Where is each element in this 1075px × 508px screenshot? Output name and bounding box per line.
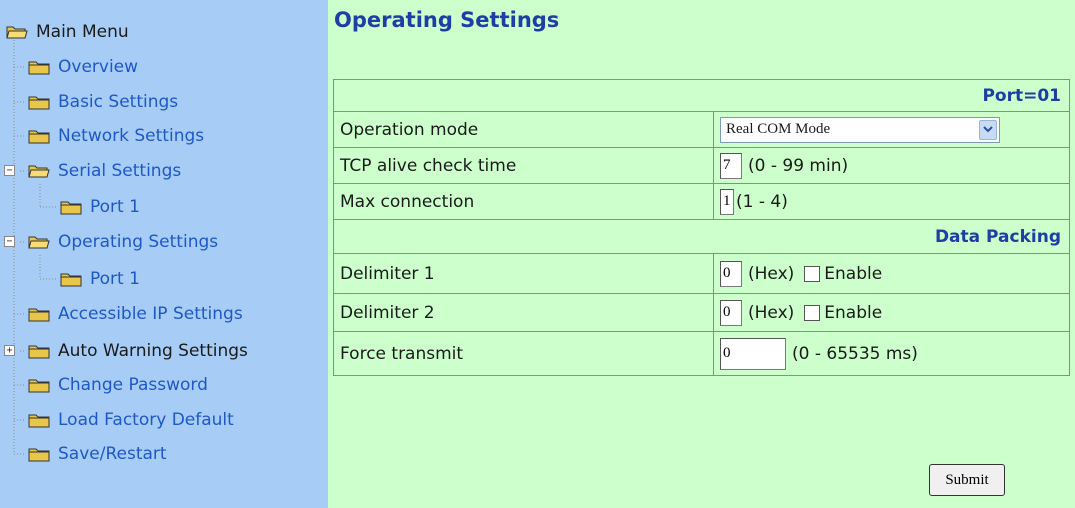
tree-item-operating-port-1[interactable]: Port 1 [60,264,140,294]
table-row: TCP alive check time (0 - 99 min) [333,147,1070,184]
tree-item-label: Network Settings [58,126,205,146]
tree-item-label: Auto Warning Settings [58,341,248,361]
sidebar-tree: Main Menu Overview Basic Settings Networ… [0,0,328,508]
folder-icon [60,273,82,287]
tcp-alive-cell: (0 - 99 min) [713,147,1070,184]
delimiter2-enable-label: Enable [824,302,883,323]
folder-icon [28,96,50,110]
tree-item-label: Save/Restart [58,444,167,464]
table-row: Max connection (1 - 4) [333,183,1070,220]
max-connection-cell: (1 - 4) [713,183,1070,220]
delimiter1-cell: (Hex) Enable [713,253,1070,294]
max-connection-range: (1 - 4) [736,191,788,212]
folder-icon [28,345,50,359]
delimiter2-input[interactable] [720,299,742,326]
delimiter1-enable-label: Enable [824,263,883,284]
tree-item-operating-settings[interactable]: Operating Settings [28,227,218,257]
tree-item-label: Port 1 [90,269,140,289]
tree-item-change-password[interactable]: Change Password [28,370,208,400]
operation-mode-label: Operation mode [333,111,714,148]
delimiter2-label: Delimiter 2 [333,293,714,332]
submit-button[interactable]: Submit [929,464,1005,496]
force-transmit-input[interactable] [720,337,786,370]
force-transmit-range: (0 - 65535 ms) [792,343,918,364]
tcp-alive-label: TCP alive check time [333,147,714,184]
tree-item-accessible-ip-settings[interactable]: Accessible IP Settings [28,299,243,329]
tree-item-serial-port-1[interactable]: Port 1 [60,192,140,222]
folder-icon [28,130,50,144]
tree-item-label: Accessible IP Settings [58,304,243,324]
delimiter1-hex-label: (Hex) [748,263,795,284]
delimiter2-cell: (Hex) Enable [713,293,1070,332]
delimiter2-hex-label: (Hex) [748,302,795,323]
operation-mode-cell: Real COM Mode [713,111,1070,148]
expand-minus-icon[interactable]: − [4,236,15,247]
force-transmit-cell: (0 - 65535 ms) [713,331,1070,376]
tree-root-label: Main Menu [36,22,129,42]
tree-item-overview[interactable]: Overview [28,52,138,82]
tree-item-label: Operating Settings [58,232,219,252]
tree-item-label: Serial Settings [58,161,182,181]
tcp-alive-range: (0 - 99 min) [748,155,849,176]
tree-item-label: Overview [58,57,139,77]
data-packing-header-row: Data Packing [333,219,1070,254]
tree-item-save-restart[interactable]: Save/Restart [28,439,167,469]
table-row: Operation mode Real COM Mode [333,111,1070,148]
tree-item-label: Port 1 [90,197,140,217]
folder-icon [28,414,50,428]
tree-root-main-menu[interactable]: Main Menu [6,17,129,47]
tree-item-basic-settings[interactable]: Basic Settings [28,87,178,117]
table-row: Delimiter 1 (Hex) Enable [333,253,1070,294]
tree-item-label: Basic Settings [58,92,179,112]
tree-item-auto-warning-settings[interactable]: Auto Warning Settings [28,336,248,366]
max-connection-input[interactable] [720,188,734,215]
operation-mode-select[interactable]: Real COM Mode [720,116,1000,143]
port-header-row: Port=01 [333,79,1070,112]
delimiter1-input[interactable] [720,260,742,287]
table-row: Delimiter 2 (Hex) Enable [333,293,1070,332]
folder-icon [28,379,50,393]
folder-icon [60,201,82,215]
folder-icon [28,448,50,462]
open-folder-icon [28,236,50,249]
operation-mode-value: Real COM Mode [726,121,831,137]
open-folder-icon [28,165,50,178]
tree-item-label: Change Password [58,375,208,395]
data-packing-header: Data Packing [333,219,1070,254]
folder-icon [28,61,50,75]
tree-item-serial-settings[interactable]: Serial Settings [28,156,181,186]
max-connection-label: Max connection [333,183,714,220]
expand-plus-icon[interactable]: + [4,345,15,356]
table-row: Force transmit (0 - 65535 ms) [333,331,1070,376]
tree-item-label: Load Factory Default [58,410,234,430]
main-content: Operating Settings Port=01 Operation mod… [328,0,1075,508]
force-transmit-label: Force transmit [333,331,714,376]
delimiter1-enable-checkbox[interactable] [804,265,821,282]
folder-icon [28,308,50,322]
delimiter1-label: Delimiter 1 [333,253,714,294]
delimiter2-enable-checkbox[interactable] [804,304,821,321]
page-title: Operating Settings [334,8,560,32]
tree-item-load-factory-default[interactable]: Load Factory Default [28,405,234,435]
open-folder-icon [6,26,28,39]
port-header: Port=01 [333,79,1070,112]
dropdown-arrow-icon[interactable] [979,119,997,140]
expand-minus-icon[interactable]: − [4,165,15,176]
tree-item-network-settings[interactable]: Network Settings [28,121,204,151]
tcp-alive-input[interactable] [720,152,742,179]
settings-table: Port=01 Operation mode Real COM Mode TCP… [333,79,1070,376]
